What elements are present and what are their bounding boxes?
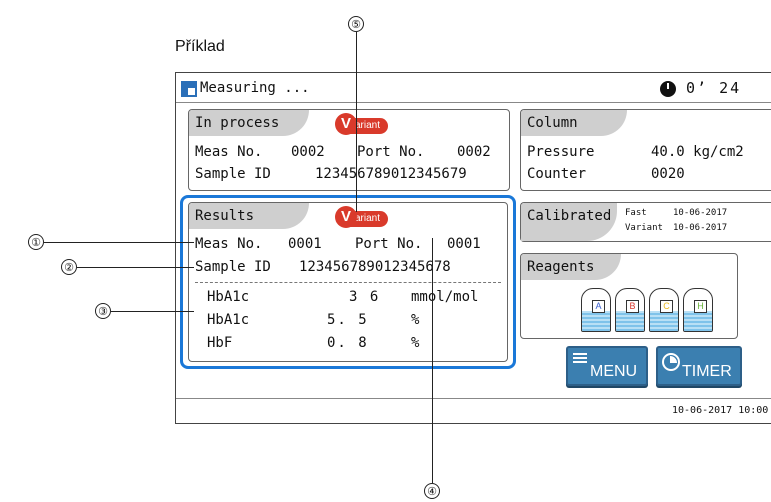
callout-4: ④ <box>424 483 440 499</box>
result-unit: mmol/mol <box>411 289 479 305</box>
counter-label: Counter <box>527 166 587 182</box>
elapsed-timer: 0’ 24 <box>686 79 742 97</box>
result-unit: % <box>411 335 420 351</box>
callout-1: ① <box>28 234 44 250</box>
callout-2: ② <box>61 259 77 275</box>
in-process-tab: In process <box>189 110 309 136</box>
meas-no-label: Meas No. <box>195 144 263 160</box>
reagent-bottle-label: B <box>626 300 639 313</box>
result-value: 0. 8 <box>327 335 369 351</box>
reagent-bottle-label: H <box>694 300 707 313</box>
reagent-bottle-label: C <box>660 300 673 313</box>
timer-button-label: TIMER <box>682 363 732 380</box>
reagent-bottle-label: A <box>592 300 605 313</box>
reagents-panel: Reagents A B C H <box>520 253 738 339</box>
callout-3-leader <box>111 311 194 312</box>
variant-badge-text: ariant <box>355 120 381 131</box>
calibrated-variant-label: Variant <box>625 223 663 233</box>
caption: Příklad <box>175 38 225 55</box>
reagents-tab: Reagents <box>521 254 621 280</box>
port-no-label: Port No. <box>355 236 423 252</box>
timer-button[interactable]: TIMER <box>656 346 742 386</box>
reagent-bottle: B <box>615 288 645 332</box>
calibrated-tab: Calibrated <box>521 203 617 241</box>
clock-icon <box>660 81 676 97</box>
callout-5-leader <box>356 32 357 212</box>
callout-5: ⑤ <box>348 16 364 32</box>
sample-id-value: 123456789012345679 <box>315 166 467 182</box>
result-value: 5. 5 <box>327 312 369 328</box>
column-tab: Column <box>521 110 627 136</box>
variant-badge-letter: V <box>335 113 357 135</box>
calibrated-fast-label: Fast <box>625 208 647 218</box>
counter-value: 0020 <box>651 166 685 182</box>
timer-icon <box>662 353 680 371</box>
result-value: 3 6 <box>349 289 381 305</box>
callout-2-leader <box>77 267 194 268</box>
result-name: HbA1c <box>207 289 250 305</box>
meas-no-label: Meas No. <box>195 236 263 252</box>
calibrated-panel: Calibrated Fast 10-06-2017 Variant 10-06… <box>520 202 771 242</box>
column-panel: Column Pressure 40.0 kg/cm2 Counter 0020 <box>520 109 771 191</box>
window-icon <box>181 81 197 97</box>
reagent-bottle: A <box>581 288 611 332</box>
sample-id-label: Sample ID <box>195 166 271 182</box>
meas-no-value: 0002 <box>291 144 325 160</box>
calibrated-variant-date: 10-06-2017 <box>673 223 728 233</box>
footer-divider <box>176 398 771 399</box>
variant-badge: V ariant <box>335 206 389 228</box>
result-name: HbF <box>207 335 233 351</box>
results-tab: Results <box>189 203 309 229</box>
callout-1-leader <box>44 242 194 243</box>
results-divider <box>195 282 501 283</box>
reagent-bottle: H <box>683 288 713 332</box>
callout-3: ③ <box>95 303 111 319</box>
result-name: HbA1c <box>207 312 250 328</box>
port-no-label: Port No. <box>357 144 425 160</box>
menu-button-label: MENU <box>590 363 638 380</box>
port-no-value: 0002 <box>457 144 491 160</box>
window-title: Measuring ... <box>200 80 310 96</box>
variant-badge-letter: V <box>335 206 357 228</box>
pressure-value: 40.0 kg/cm2 <box>651 144 744 160</box>
port-no-value: 0001 <box>447 236 481 252</box>
header-divider <box>176 102 771 103</box>
results-panel: Results V ariant Meas No. 0001 Port No. … <box>188 202 508 362</box>
result-unit: % <box>411 312 420 328</box>
reagent-bottle: C <box>649 288 679 332</box>
footer-datetime: 10-06-2017 10:00 <box>672 405 769 416</box>
sample-id-value: 123456789012345678 <box>299 259 451 275</box>
variant-badge-text: ariant <box>355 213 381 224</box>
calibrated-fast-date: 10-06-2017 <box>673 208 728 218</box>
menu-button[interactable]: MENU <box>566 346 648 386</box>
device-screen: Measuring ... 0’ 24 In process V ariant … <box>175 72 771 424</box>
pressure-label: Pressure <box>527 144 595 160</box>
sample-id-label: Sample ID <box>195 259 271 275</box>
meas-no-value: 0001 <box>288 236 322 252</box>
menu-icon <box>573 353 587 363</box>
variant-badge: V ariant <box>335 113 389 135</box>
callout-4-leader <box>432 238 433 483</box>
reagent-bottles: ABCH <box>581 286 731 334</box>
in-process-panel: In process V ariant Meas No. 0002 Port N… <box>188 109 510 191</box>
